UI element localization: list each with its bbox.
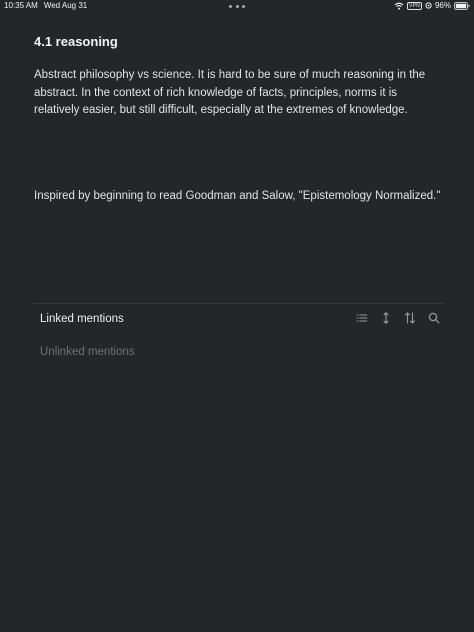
status-bar: 10:35 AM Wed Aug 31 VPN 96% (0, 0, 474, 14)
battery-percent: 96% (434, 1, 451, 10)
sort-icon[interactable] (403, 311, 417, 325)
unlinked-mentions-heading[interactable]: Unlinked mentions (40, 346, 135, 358)
vpn-badge: VPN (407, 1, 422, 10)
page-title[interactable]: 4.1 reasoning (34, 34, 118, 49)
page-block[interactable]: Inspired by beginning to read Goodman an… (34, 188, 444, 206)
wifi-icon (394, 2, 404, 10)
multitasking-dots-icon[interactable] (229, 5, 245, 9)
list-icon[interactable] (355, 311, 369, 325)
status-date: Wed Aug 31 (43, 1, 88, 10)
battery-icon (454, 1, 470, 10)
status-indicators: VPN 96% (394, 1, 470, 10)
location-icon (425, 2, 432, 9)
references-divider (34, 303, 444, 304)
page-block[interactable]: Abstract philosophy vs science. It is ha… (34, 67, 444, 120)
linked-mentions-heading[interactable]: Linked mentions (40, 313, 124, 325)
references-toolbar (355, 311, 441, 325)
expand-collapse-icon[interactable] (379, 311, 393, 325)
search-icon[interactable] (427, 311, 441, 325)
status-time: 10:35 AM (4, 1, 38, 10)
status-clock: 10:35 AM Wed Aug 31 (4, 1, 87, 10)
